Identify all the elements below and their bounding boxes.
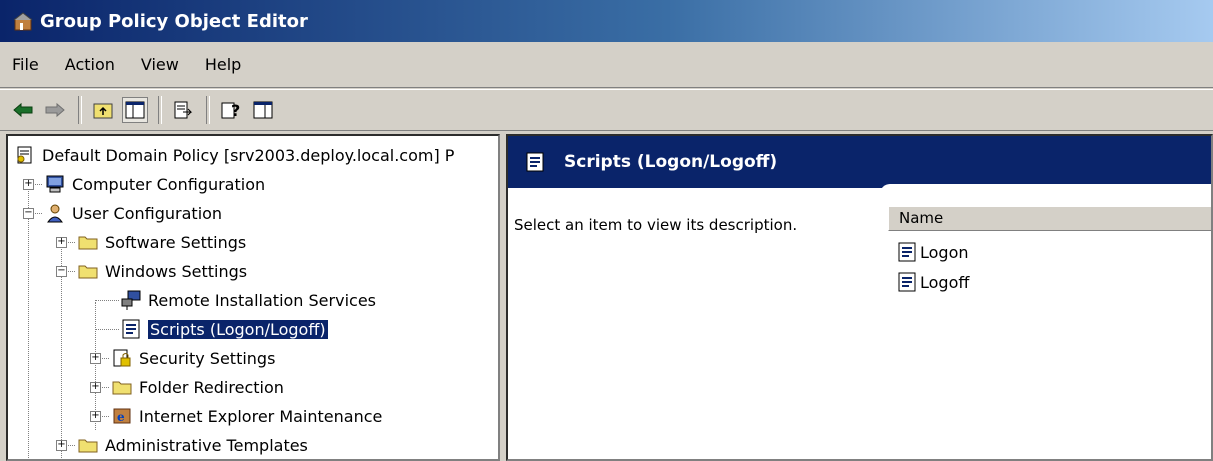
export-list-button[interactable] [170, 97, 196, 123]
tree-item-label: Computer Configuration [72, 174, 266, 194]
script-icon [526, 152, 544, 172]
collapse-button[interactable]: − [23, 208, 34, 219]
expand-button[interactable]: + [90, 353, 101, 364]
tree-item-scripts[interactable]: Scripts (Logon/Logoff) [120, 315, 329, 343]
user-config-icon [47, 204, 63, 223]
toolbar-separator [78, 96, 82, 124]
title-bar: Group Policy Object Editor [0, 0, 1213, 42]
script-icon [122, 319, 140, 339]
tree-line [61, 246, 62, 459]
tree-item-remote-installation[interactable]: Remote Installation Services [120, 286, 376, 314]
tree-item-label: Windows Settings [105, 261, 248, 281]
toolbar-separator [158, 96, 162, 124]
tree-item-root[interactable]: Default Domain Policy [srv2003.deploy.lo… [14, 141, 454, 169]
list-item-logon[interactable]: Logon [896, 238, 969, 266]
tree-item-label: Software Settings [105, 232, 247, 252]
expand-button[interactable]: + [90, 382, 101, 393]
expand-button[interactable]: + [56, 440, 67, 451]
tree-item-label: Remote Installation Services [148, 290, 376, 310]
folder-icon [78, 236, 98, 250]
details-title: Scripts (Logon/Logoff) [564, 152, 778, 172]
list-item-label: Logoff [920, 272, 970, 292]
tree-item-folder-redirection[interactable]: Folder Redirection [111, 373, 284, 401]
list-item-label: Logon [920, 242, 969, 262]
tree-item-software-settings[interactable]: Software Settings [77, 228, 246, 256]
script-icon [898, 242, 916, 262]
list-item-logoff[interactable]: Logoff [896, 268, 969, 296]
policy-scroll-icon [17, 146, 32, 164]
folder-icon [78, 439, 98, 453]
extended-tab-shape [880, 184, 1211, 196]
menu-bar: File Action View Help [0, 42, 1213, 88]
tree-item-label: Administrative Templates [105, 435, 308, 455]
network-computer-icon [121, 290, 141, 310]
expand-button[interactable]: + [90, 411, 101, 422]
tree-item-label: Folder Redirection [139, 377, 284, 397]
ie-maintenance-icon: e [113, 408, 131, 424]
tree-line [95, 300, 119, 301]
console-tree[interactable]: + − + − + + + + Default Domain Policy [s… [6, 134, 500, 461]
tree-item-computer-configuration[interactable]: Computer Configuration [44, 170, 265, 198]
tree-item-user-configuration[interactable]: User Configuration [44, 199, 222, 227]
menu-help[interactable]: Help [205, 55, 241, 74]
back-button[interactable] [10, 97, 36, 123]
expand-button[interactable]: + [23, 179, 34, 190]
tree-item-ie-maintenance[interactable]: e Internet Explorer Maintenance [111, 402, 382, 430]
back-icon [13, 102, 33, 118]
tree-item-label: Security Settings [139, 348, 276, 368]
expand-button[interactable]: + [56, 237, 67, 248]
forward-button[interactable] [42, 97, 68, 123]
tree-item-administrative-templates[interactable]: Administrative Templates [77, 431, 308, 459]
tree-item-label-selected: Scripts (Logon/Logoff) [147, 318, 329, 340]
column-header-name[interactable]: Name [888, 206, 1211, 231]
svg-text:e: e [117, 410, 125, 424]
svg-text:?: ? [231, 101, 240, 120]
toolbar: ? [0, 89, 1213, 131]
tree-item-label: Internet Explorer Maintenance [139, 406, 383, 426]
window-title: Group Policy Object Editor [40, 10, 308, 32]
tree-line [28, 188, 29, 459]
item-description: Select an item to view its description. [514, 216, 798, 234]
collapse-button[interactable]: − [56, 266, 67, 277]
forward-icon [45, 102, 65, 118]
show-hide-tree-button[interactable] [122, 97, 148, 123]
up-one-level-button[interactable] [90, 97, 116, 123]
tree-item-label: User Configuration [72, 203, 223, 223]
menu-view[interactable]: View [141, 55, 179, 74]
security-lock-icon [113, 349, 131, 367]
help-button[interactable]: ? [218, 97, 244, 123]
menu-action[interactable]: Action [65, 55, 115, 74]
script-icon [898, 272, 916, 292]
show-hide-action-pane-icon [253, 101, 273, 119]
help-icon: ? [221, 101, 240, 120]
toolbar-separator [206, 96, 210, 124]
menu-file[interactable]: File [12, 55, 39, 74]
show-hide-action-pane-button[interactable] [250, 97, 276, 123]
show-hide-tree-icon [125, 101, 145, 119]
computer-icon [46, 175, 64, 193]
tree-item-windows-settings[interactable]: Windows Settings [77, 257, 247, 285]
up-folder-icon [93, 103, 113, 119]
export-list-icon [174, 101, 193, 119]
details-header: Scripts (Logon/Logoff) [508, 136, 1211, 188]
details-pane: Scripts (Logon/Logoff) Select an item to… [506, 134, 1213, 461]
folder-icon [112, 381, 132, 395]
group-policy-icon [13, 12, 33, 31]
tree-item-label: Default Domain Policy [srv2003.deploy.lo… [42, 145, 455, 165]
tree-item-security-settings[interactable]: Security Settings [111, 344, 275, 372]
folder-icon [78, 265, 98, 279]
tree-line [95, 329, 119, 330]
